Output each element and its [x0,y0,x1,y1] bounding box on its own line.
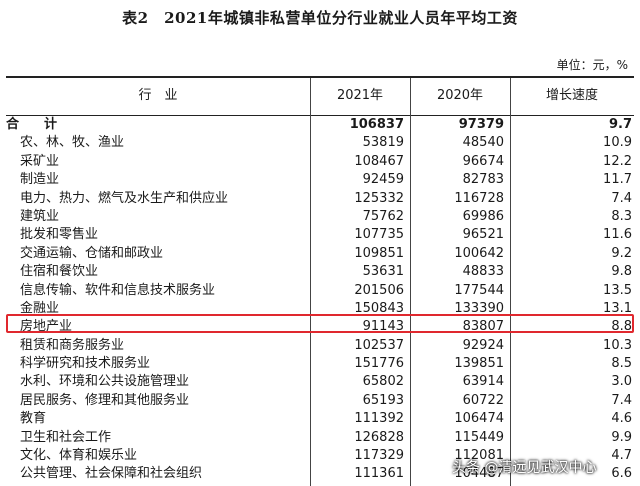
value-2020-cell: 96674 [462,153,504,169]
value-2020-cell: 48540 [462,135,504,151]
table-title: 表2 2021年城镇非私营单位分行业就业人员年平均工资 [122,9,518,27]
wage-table: 行 业 2021年 2020年 增长速度 合 计 106837 97379 9.7 农、… [6,76,634,486]
header-2020: 2020年 [436,88,484,103]
value-2020-cell: 63914 [462,374,504,390]
value-2020-cell: 115449 [454,429,504,445]
industry-cell: 租赁和商务服务业 [20,337,125,353]
growth-cell: 11.6 [603,227,632,243]
value-2021-cell: 111361 [354,466,404,482]
watermark: 头条 @清远见武汉中心 [452,460,597,476]
value-2020-cell: 82783 [462,172,504,188]
growth-cell: 12.2 [603,153,632,169]
value-2021-cell: 107735 [354,227,404,243]
header-industry: 行 业 [138,88,178,103]
table-row: 住宿和餐饮业 53631 48833 9.8 [6,263,634,281]
table-row: 科学研究和技术服务业 151776 139851 8.5 [6,355,634,373]
industry-cell: 制造业 [20,172,60,188]
table-row: 居民服务、修理和其他服务业 65193 60722 7.4 [6,392,634,410]
growth-cell: 4.6 [611,411,632,427]
table-row-total: 合 计 106837 97379 9.7 [6,116,634,134]
table-row: 水利、环境和公共设施管理业 65802 63914 3.0 [6,373,634,391]
highlight-box [6,314,634,333]
growth-cell: 8.5 [611,356,632,372]
growth-cell: 7.4 [611,392,632,408]
growth-cell: 9.7 [608,117,632,132]
industry-cell: 水利、环境和公共设施管理业 [20,374,190,390]
value-2020-cell: 48833 [462,264,504,280]
table-row: 采矿业 108467 96674 12.2 [6,153,634,171]
value-2021-cell: 65193 [362,392,404,408]
value-2020-cell: 100642 [454,245,504,261]
value-2021-cell: 106837 [349,117,404,132]
value-2021-cell: 117329 [354,448,404,464]
table-row: 教育 111392 106474 4.6 [6,410,634,428]
value-2021-cell: 108467 [354,153,404,169]
value-2021-cell: 92459 [362,172,404,188]
industry-cell: 文化、体育和娱乐业 [20,448,138,464]
header-2021: 2021年 [336,88,384,103]
value-2021-cell: 65802 [362,374,404,390]
industry-cell: 居民服务、修理和其他服务业 [20,392,190,408]
table-row: 租赁和商务服务业 102537 92924 10.3 [6,337,634,355]
industry-cell: 信息传输、软件和信息技术服务业 [20,282,216,298]
industry-cell: 批发和零售业 [20,227,99,243]
value-2020-cell: 116728 [454,190,504,206]
value-2020-cell: 96521 [462,227,504,243]
value-2020-cell: 92924 [462,337,504,353]
growth-cell: 9.8 [611,264,632,280]
value-2021-cell: 102537 [354,337,404,353]
table-row: 批发和零售业 107735 96521 11.6 [6,226,634,244]
value-2020-cell: 60722 [462,392,504,408]
value-2021-cell: 201506 [354,282,404,298]
growth-cell: 10.3 [603,337,632,353]
growth-cell: 13.5 [603,282,632,298]
industry-cell: 农、林、牧、渔业 [20,135,125,151]
industry-cell: 电力、热力、燃气及水生产和供应业 [20,190,229,206]
industry-cell: 交通运输、仓储和邮政业 [20,245,164,261]
table-row: 制造业 92459 82783 11.7 [6,171,634,189]
industry-cell: 合 计 [6,117,64,132]
value-2021-cell: 75762 [362,208,404,224]
growth-cell: 3.0 [611,374,632,390]
table-row: 农、林、牧、渔业 53819 48540 10.9 [6,134,634,152]
value-2021-cell: 111392 [354,411,404,427]
table-row: 电力、热力、燃气及水生产和供应业 125332 116728 7.4 [6,190,634,208]
growth-cell: 9.2 [611,245,632,261]
growth-cell: 9.9 [611,429,632,445]
growth-cell: 7.4 [611,190,632,206]
header-growth: 增长速度 [545,88,598,103]
industry-cell: 公共管理、社会保障和社会组织 [20,466,203,482]
value-2021-cell: 109851 [354,245,404,261]
industry-cell: 科学研究和技术服务业 [20,356,151,372]
unit-note: 单位：元，% [556,58,628,72]
value-2021-cell: 125332 [354,190,404,206]
value-2021-cell: 151776 [354,356,404,372]
industry-cell: 建筑业 [20,208,60,224]
value-2020-cell: 97379 [458,117,504,132]
industry-cell: 卫生和社会工作 [20,429,112,445]
table-row: 信息传输、软件和信息技术服务业 201506 177544 13.5 [6,282,634,300]
growth-cell: 10.9 [603,135,632,151]
table-body: 合 计 106837 97379 9.7 农、林、牧、渔业 53819 48540 10.9 采… [6,116,634,484]
growth-cell: 11.7 [603,172,632,188]
value-2021-cell: 53631 [362,264,404,280]
table-row: 卫生和社会工作 126828 115449 9.9 [6,429,634,447]
value-2020-cell: 69986 [462,208,504,224]
value-2020-cell: 139851 [454,356,504,372]
industry-cell: 采矿业 [20,153,60,169]
table-row: 建筑业 75762 69986 8.3 [6,208,634,226]
growth-cell: 8.3 [611,208,632,224]
value-2021-cell: 53819 [362,135,404,151]
industry-cell: 教育 [20,411,47,427]
table-row: 交通运输、仓储和邮政业 109851 100642 9.2 [6,245,634,263]
industry-cell: 住宿和餐饮业 [20,264,99,280]
value-2020-cell: 177544 [454,282,504,298]
value-2020-cell: 106474 [454,411,504,427]
value-2021-cell: 126828 [354,429,404,445]
